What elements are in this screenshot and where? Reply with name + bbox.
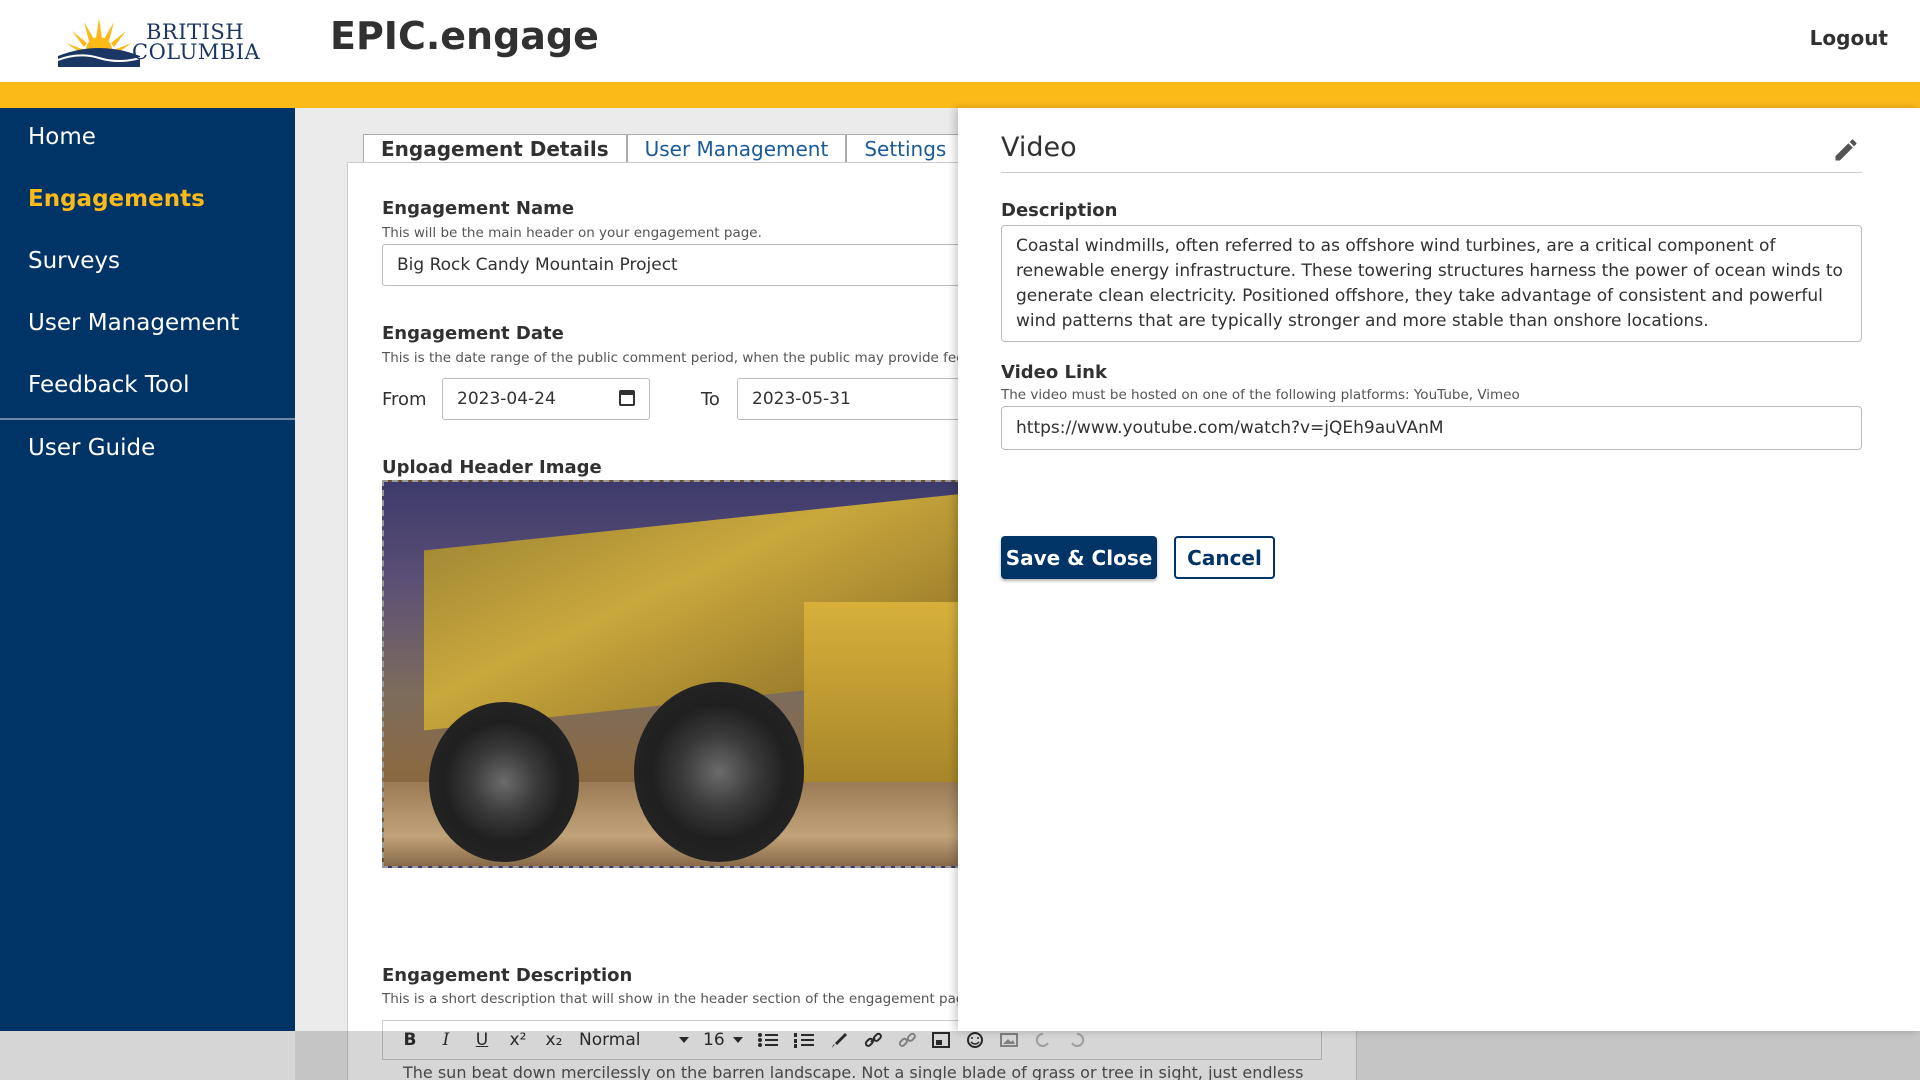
video-link-help: The video must be hosted on one of the f… xyxy=(1001,387,1520,403)
engagement-date-help: This is the date range of the public com… xyxy=(382,350,982,366)
date-to-value: 2023-05-31 xyxy=(752,389,851,409)
header-accent-bar xyxy=(0,82,1920,108)
sidebar-item-feedback-tool[interactable]: Feedback Tool xyxy=(28,372,190,398)
wheel-rear xyxy=(634,682,804,862)
cancel-button[interactable]: Cancel xyxy=(1174,536,1275,579)
sidebar-item-surveys[interactable]: Surveys xyxy=(28,248,120,274)
description-textarea[interactable]: Coastal windmills, often referred to as … xyxy=(1001,225,1862,342)
sidebar-item-user-management[interactable]: User Management xyxy=(28,310,239,336)
engagement-description-label: Engagement Description xyxy=(382,965,633,986)
date-from-label: From xyxy=(382,389,427,410)
video-link-value: https://www.youtube.com/watch?v=jQEh9auV… xyxy=(1016,418,1444,438)
bc-logo-text: BRITISH COLUMBIA xyxy=(132,20,260,63)
tab-engagement-details[interactable]: Engagement Details xyxy=(363,134,627,162)
page-bottom-overlay xyxy=(0,1031,1920,1080)
date-from-input[interactable]: 2023-04-24 xyxy=(442,378,650,420)
engagement-name-value: Big Rock Candy Mountain Project xyxy=(397,255,678,275)
logout-button[interactable]: Logout xyxy=(1810,26,1888,50)
video-widget-panel: Video Description Coastal windmills, oft… xyxy=(958,108,1920,1031)
pencil-icon[interactable] xyxy=(1832,136,1860,164)
video-link-label: Video Link xyxy=(1001,362,1107,383)
upload-header-image-label: Upload Header Image xyxy=(382,457,602,478)
sidebar-item-engagements[interactable]: Engagements xyxy=(28,186,205,212)
description-label: Description xyxy=(1001,200,1118,221)
wheel-front xyxy=(429,702,579,862)
engagement-name-help: This will be the main header on your eng… xyxy=(382,225,762,241)
save-and-close-button[interactable]: Save & Close xyxy=(1001,536,1157,579)
sidebar-item-home[interactable]: Home xyxy=(28,124,96,150)
logo-line-2: COLUMBIA xyxy=(132,40,261,64)
engagement-date-label: Engagement Date xyxy=(382,323,564,344)
video-link-input[interactable]: https://www.youtube.com/watch?v=jQEh9auV… xyxy=(1001,406,1862,450)
date-from-value: 2023-04-24 xyxy=(457,389,556,409)
app-title: EPIC.engage xyxy=(330,14,599,58)
bc-logo[interactable]: BRITISH COLUMBIA xyxy=(54,12,260,67)
tab-user-management[interactable]: User Management xyxy=(626,134,847,162)
logo-line-1: BRITISH xyxy=(146,20,245,44)
sidebar-item-user-guide[interactable]: User Guide xyxy=(28,435,155,461)
sidebar-divider xyxy=(0,418,295,420)
engagement-name-label: Engagement Name xyxy=(382,198,575,219)
engagement-tabs: Engagement Details User Management Setti… xyxy=(363,134,1029,162)
date-to-label: To xyxy=(701,389,720,410)
tab-settings[interactable]: Settings xyxy=(846,134,965,162)
panel-title: Video xyxy=(1001,132,1077,163)
panel-divider xyxy=(1001,172,1862,173)
top-header: BRITISH COLUMBIA EPIC.engage Logout xyxy=(0,0,1920,82)
sidebar: Home Engagements Surveys User Management… xyxy=(0,108,295,1031)
calendar-icon[interactable] xyxy=(619,390,635,406)
engagement-description-help: This is a short description that will sh… xyxy=(382,991,978,1007)
bc-sun-logo-icon xyxy=(57,18,141,67)
